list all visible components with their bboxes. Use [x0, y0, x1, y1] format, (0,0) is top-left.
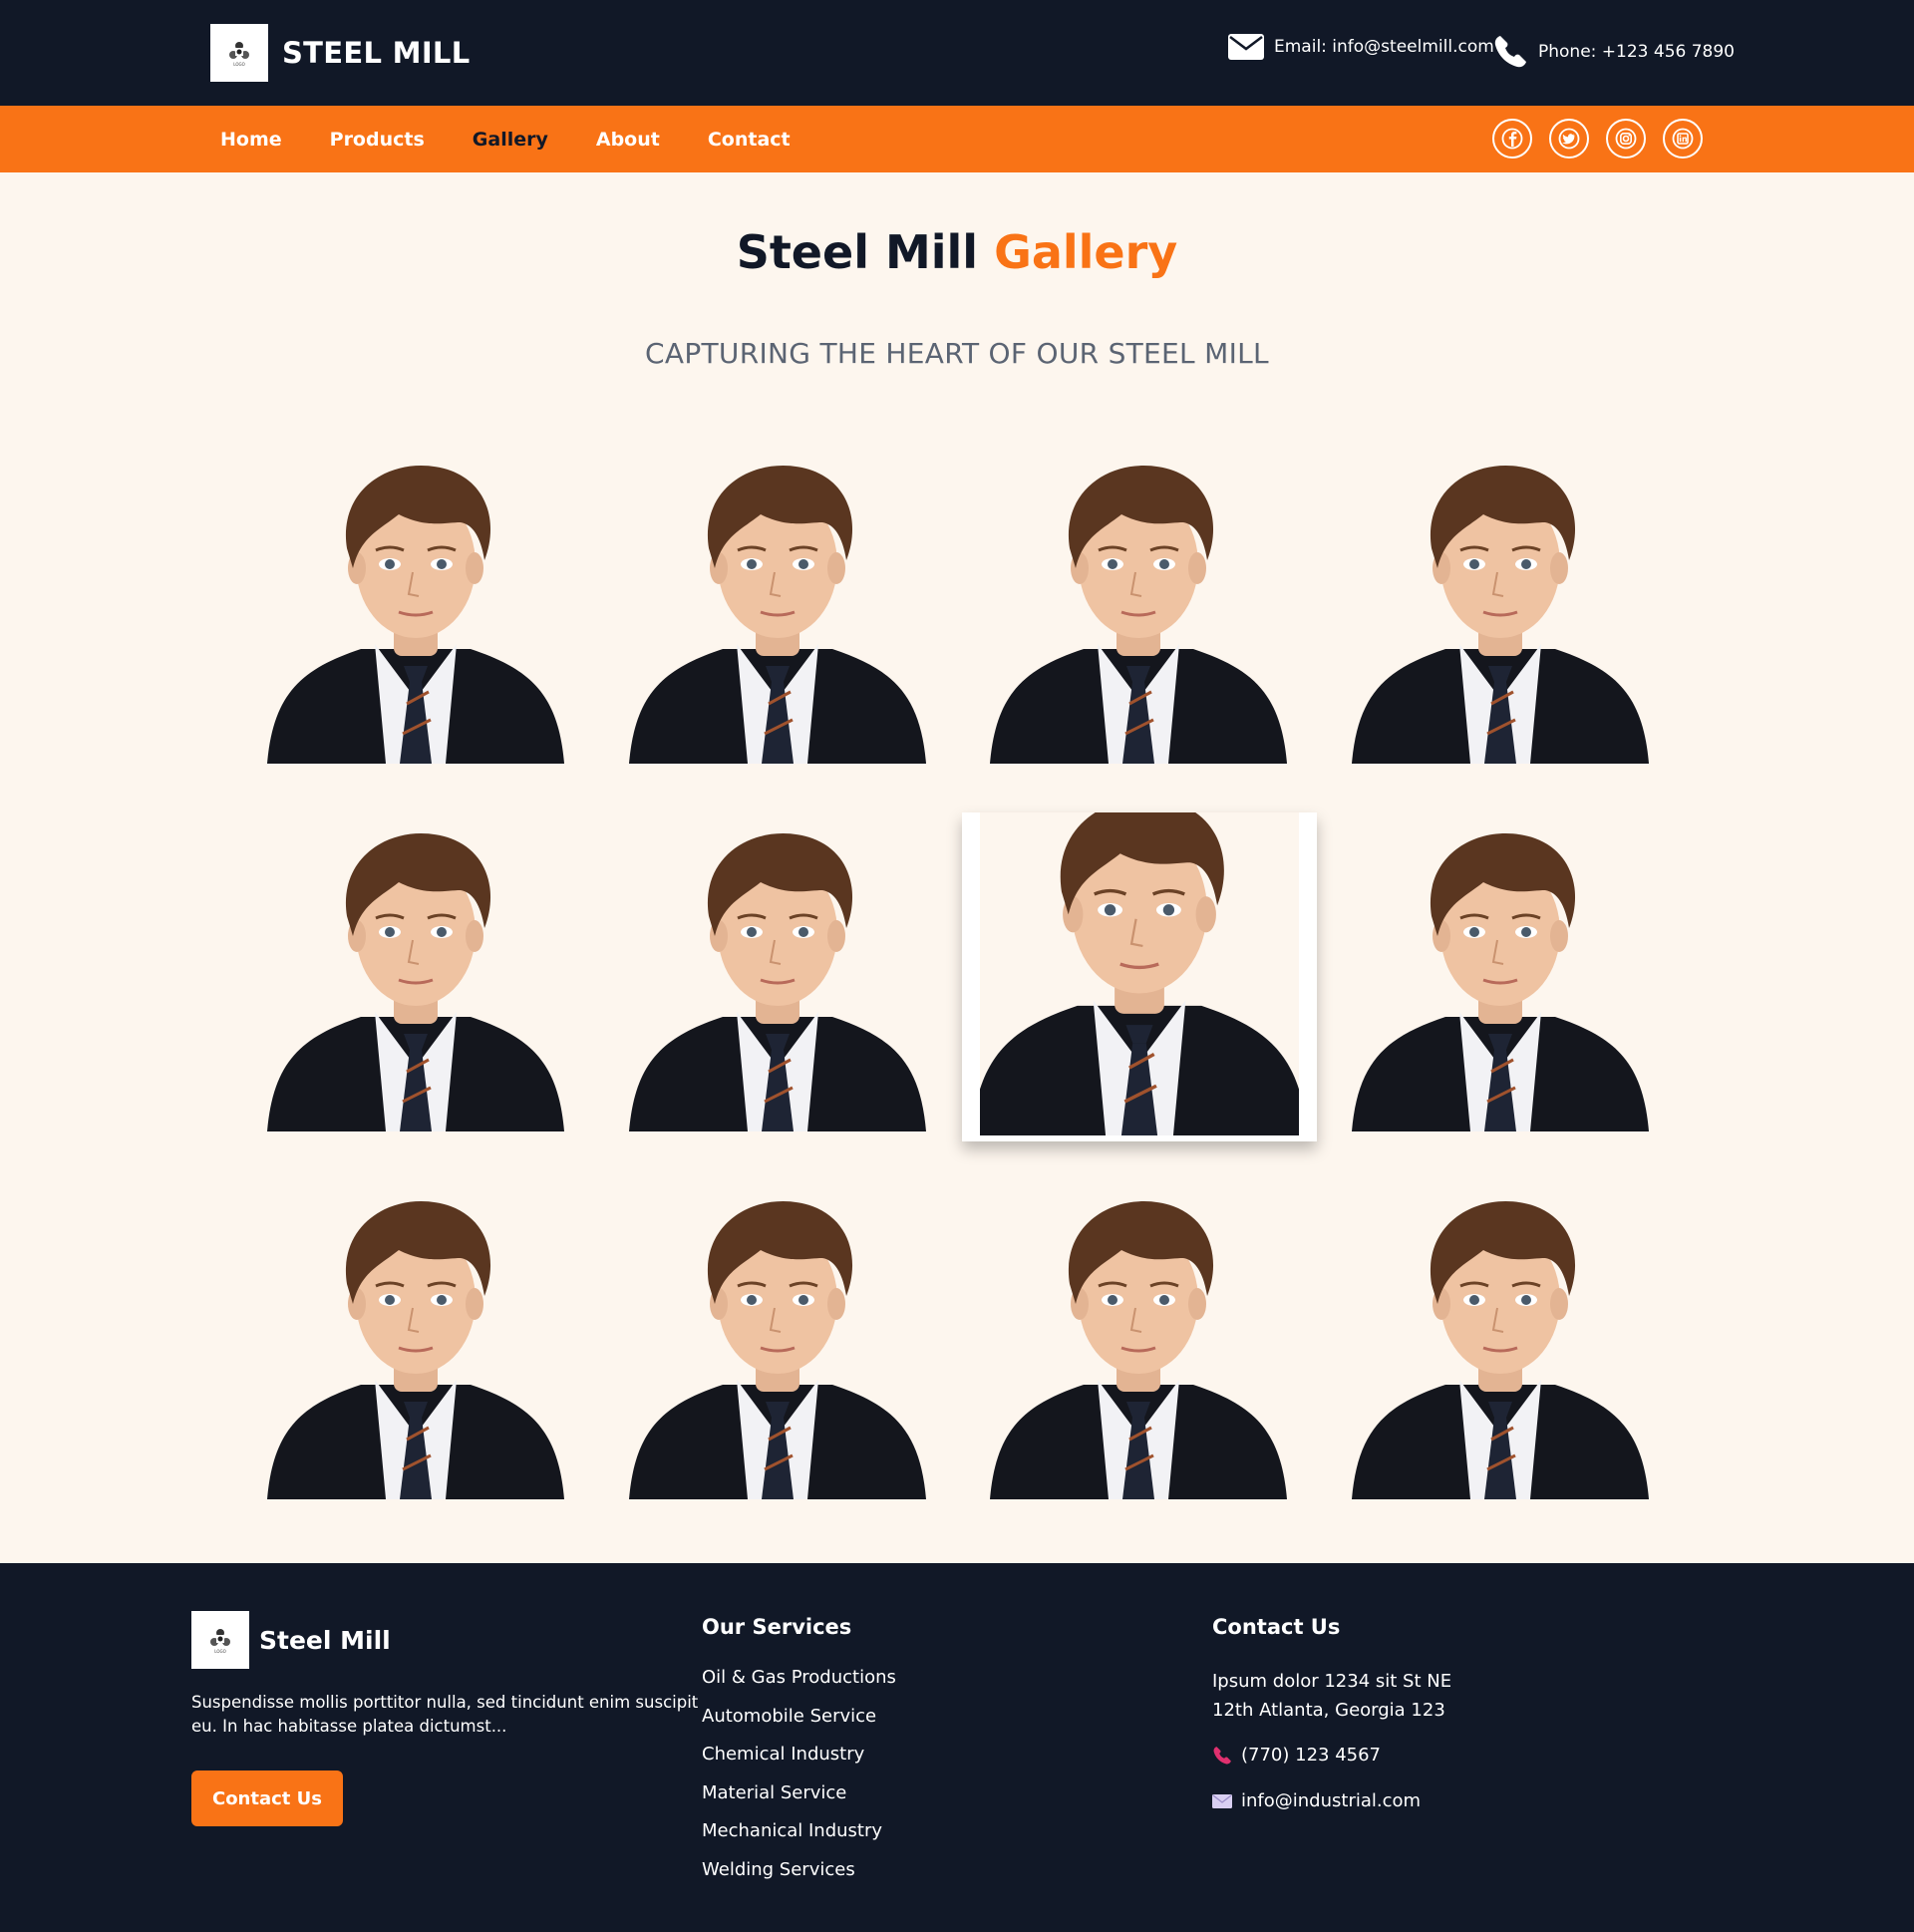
gallery-photo: [972, 445, 1305, 764]
page-title: Steel Mill Gallery: [0, 225, 1914, 279]
social-links: [1492, 119, 1720, 159]
nav-contact[interactable]: Contact: [708, 129, 791, 151]
page-title-accent: Gallery: [994, 225, 1178, 279]
envelope-icon: [1212, 1793, 1232, 1808]
instagram-icon[interactable]: [1606, 119, 1646, 159]
footer-logo-icon: LOGO: [191, 1611, 249, 1669]
header-email-text: Email: info@steelmill.com: [1274, 37, 1494, 57]
gallery-item[interactable]: [972, 1180, 1305, 1499]
gallery-photo: [249, 445, 582, 764]
service-link[interactable]: Oil & Gas Productions: [702, 1667, 896, 1706]
footer-address: Ipsum dolor 1234 sit St NE 12th Atlanta,…: [1212, 1667, 1451, 1725]
gallery-item[interactable]: [962, 812, 1317, 1141]
address-line-1: Ipsum dolor 1234 sit St NE: [1212, 1671, 1452, 1692]
gallery-item[interactable]: [610, 1180, 944, 1499]
page-subtitle: CAPTURING THE HEART OF OUR STEEL MILL: [645, 337, 1269, 370]
nav-links: Home Products Gallery About Contact: [220, 106, 838, 172]
footer-phone-text: (770) 123 4567: [1241, 1745, 1382, 1766]
nav-bar: Home Products Gallery About Contact: [0, 106, 1914, 172]
gallery-photo: [610, 812, 944, 1131]
footer-brand[interactable]: LOGO Steel Mill: [191, 1611, 391, 1669]
facebook-icon[interactable]: [1492, 119, 1532, 159]
footer: LOGO Steel Mill Suspendisse mollis portt…: [0, 1563, 1914, 1932]
service-link[interactable]: Chemical Industry: [702, 1744, 896, 1782]
gallery-item[interactable]: [610, 812, 944, 1131]
gallery-photo: [972, 1180, 1305, 1499]
phone-icon: [1213, 1746, 1231, 1764]
gallery-photo: [1333, 812, 1667, 1131]
nav-about[interactable]: About: [596, 129, 660, 151]
service-link[interactable]: Mechanical Industry: [702, 1820, 896, 1859]
footer-email-text: info@industrial.com: [1241, 1790, 1422, 1811]
envelope-icon: [1228, 34, 1264, 60]
top-bar: LOGO STEEL MILL Email: info@steelmill.co…: [0, 0, 1914, 106]
gallery-photo: [1333, 1180, 1667, 1499]
footer-brand-name: Steel Mill: [259, 1625, 391, 1655]
gallery-item[interactable]: [249, 812, 582, 1131]
service-link[interactable]: Welding Services: [702, 1859, 896, 1898]
address-line-2: 12th Atlanta, Georgia 123: [1212, 1700, 1445, 1721]
footer-phone[interactable]: (770) 123 4567: [1212, 1745, 1451, 1766]
brand-name: STEEL MILL: [282, 36, 471, 70]
gallery-photo: [249, 812, 582, 1131]
header-phone-text: Phone: +123 456 7890: [1538, 42, 1736, 62]
nav-gallery[interactable]: Gallery: [473, 129, 548, 151]
gallery-item[interactable]: [1333, 812, 1667, 1131]
footer-contact-block: Ipsum dolor 1234 sit St NE 12th Atlanta,…: [1212, 1667, 1451, 1811]
header-phone[interactable]: Phone: +123 456 7890: [1492, 34, 1735, 70]
gallery-photo: [249, 1180, 582, 1499]
gallery-item[interactable]: [1333, 445, 1667, 764]
gallery-item[interactable]: [972, 445, 1305, 764]
services-title: Our Services: [702, 1615, 852, 1639]
gallery-photo: [1333, 445, 1667, 764]
gallery-photo: [610, 1180, 944, 1499]
contact-title: Contact Us: [1212, 1615, 1341, 1639]
phone-icon: [1494, 36, 1526, 68]
nav-home[interactable]: Home: [220, 129, 282, 151]
services-list: Oil & Gas Productions Automobile Service…: [702, 1667, 896, 1897]
page-title-main: Steel Mill: [736, 225, 979, 279]
footer-contact-button[interactable]: Contact Us: [191, 1771, 343, 1826]
gallery-item[interactable]: [249, 445, 582, 764]
service-link[interactable]: Automobile Service: [702, 1706, 896, 1745]
header-email[interactable]: Email: info@steelmill.com: [1228, 34, 1494, 60]
nav-products[interactable]: Products: [330, 129, 425, 151]
footer-email[interactable]: info@industrial.com: [1212, 1790, 1451, 1811]
brand[interactable]: LOGO STEEL MILL: [210, 24, 470, 82]
gallery-photo: [610, 445, 944, 764]
footer-description: Suspendisse mollis porttitor nulla, sed …: [191, 1693, 699, 1736]
gallery-item[interactable]: [610, 445, 944, 764]
service-link[interactable]: Material Service: [702, 1782, 896, 1821]
gallery-photo: [980, 812, 1299, 1135]
linkedin-icon[interactable]: [1663, 119, 1703, 159]
twitter-icon[interactable]: [1549, 119, 1589, 159]
gallery-item[interactable]: [249, 1180, 582, 1499]
logo-icon: LOGO: [210, 24, 268, 82]
gallery-item[interactable]: [1333, 1180, 1667, 1499]
